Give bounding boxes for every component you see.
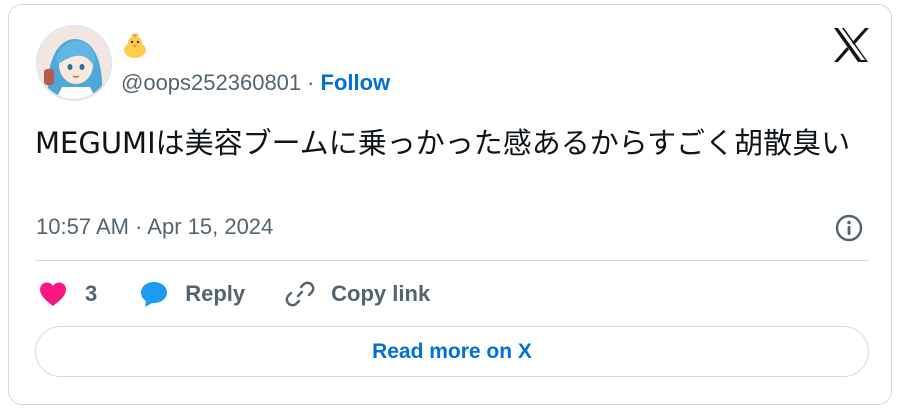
- reply-button[interactable]: Reply: [139, 280, 285, 308]
- read-more-button[interactable]: Read more on X: [35, 326, 869, 377]
- author-handle[interactable]: @oops252360801: [121, 70, 301, 96]
- divider: [35, 260, 869, 261]
- speech-bubble-icon: [141, 282, 168, 307]
- tweet-text: MEGUMIは美容ブームに乗っかった感あるからすごく胡散臭い: [35, 126, 851, 160]
- display-name-emoji[interactable]: [121, 33, 149, 59]
- copy-link-button[interactable]: Copy link: [285, 279, 430, 309]
- link-icon: [285, 281, 315, 307]
- handle-separator: ·: [307, 70, 315, 95]
- reply-label: Reply: [185, 281, 246, 306]
- like-count: 3: [85, 281, 98, 306]
- avatar-image: [38, 27, 110, 99]
- heart-icon: [40, 282, 66, 306]
- tweet-timestamp[interactable]: 10:57 AM · Apr 15, 2024: [36, 214, 273, 240]
- like-button[interactable]: 3: [39, 281, 139, 307]
- author-handle-row: @oops252360801 · Follow: [121, 69, 390, 97]
- x-logo-icon[interactable]: [832, 27, 870, 63]
- embedded-tweet-card: @oops252360801 · Follow MEGUMIは美容ブームに乗っか…: [8, 4, 892, 405]
- info-icon[interactable]: [834, 213, 864, 243]
- follow-button[interactable]: Follow: [321, 70, 391, 96]
- tweet-actions: 3 Reply Copy link: [39, 277, 430, 311]
- copy-link-label: Copy link: [331, 281, 431, 306]
- chick-icon: [124, 33, 146, 58]
- avatar[interactable]: [36, 25, 112, 101]
